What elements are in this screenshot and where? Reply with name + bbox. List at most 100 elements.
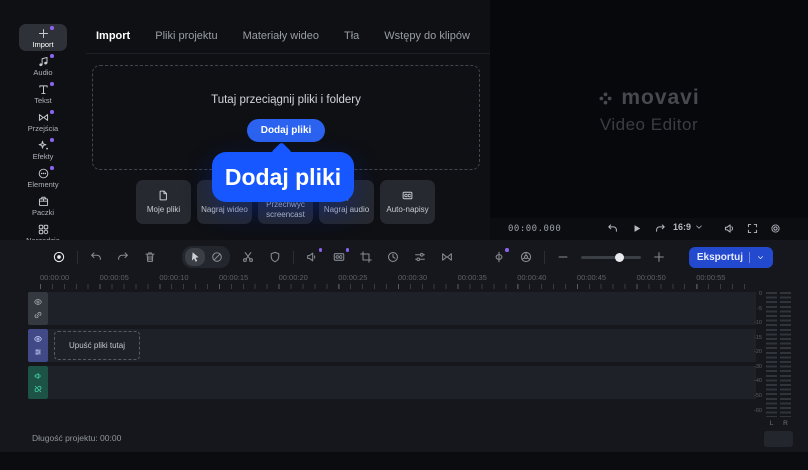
- crop-icon: [359, 250, 373, 264]
- export-button[interactable]: Eksportuj: [688, 246, 773, 268]
- track-header[interactable]: [28, 366, 48, 399]
- file-icon: [157, 189, 170, 202]
- disable-tool-button[interactable]: [207, 248, 227, 266]
- audio-level-meter: 0 -5 -10 -15 -20 -30 -40 -50 -60 L R: [750, 291, 798, 450]
- track-lane[interactable]: [48, 366, 756, 399]
- track-header[interactable]: [28, 329, 48, 362]
- delete-button[interactable]: [141, 248, 159, 266]
- link-off-icon[interactable]: [33, 384, 43, 394]
- timeline-zoom-slider[interactable]: [580, 250, 641, 264]
- movavi-video-editor-window: Import Audio Tekst Przejścia Efekty Elem…: [0, 0, 808, 470]
- sidebar-item-paczki[interactable]: Paczki: [19, 192, 67, 219]
- sidebar-item-import[interactable]: Import: [19, 24, 67, 51]
- transitions-button[interactable]: [438, 248, 456, 266]
- redo-icon: [116, 250, 130, 264]
- tab-tla[interactable]: Tła: [344, 30, 359, 42]
- aspect-ratio-selector[interactable]: 16:9: [673, 222, 704, 232]
- video-preview: movavi Video Editor: [490, 0, 808, 218]
- meter-channel-label: L: [769, 420, 774, 427]
- chevron-down-icon: [694, 222, 704, 232]
- action-card-label: Auto-napisy: [386, 205, 429, 215]
- chevron-down-icon: [756, 253, 765, 262]
- eye-icon[interactable]: [33, 297, 43, 307]
- audio-levels-button[interactable]: [490, 248, 509, 266]
- track-row-video: Upuść pliki tutaj: [28, 329, 756, 362]
- sidebar-item-elementy[interactable]: Elementy: [19, 164, 67, 191]
- captions-icon: [332, 250, 346, 264]
- track-lane[interactable]: [48, 292, 756, 325]
- track-tools-icon[interactable]: [33, 347, 43, 357]
- redo-button[interactable]: [114, 248, 132, 266]
- volume-icon: [305, 250, 319, 264]
- meter-scale-label: -20: [754, 349, 762, 356]
- timeline-ruler[interactable]: 00:00:00 00:00:05 00:00:10 00:00:15 00:00:20…: [40, 273, 756, 289]
- aspect-ratio-value: 16:9: [673, 222, 692, 232]
- play-button[interactable]: [630, 222, 643, 235]
- speaker-icon[interactable]: [33, 371, 43, 381]
- tab-pliki-projektu[interactable]: Pliki projektu: [155, 30, 217, 42]
- preview-right-controls: [723, 222, 782, 235]
- tools-icon: [37, 223, 50, 236]
- captions-button[interactable]: [330, 248, 349, 266]
- tabs-divider: [86, 53, 490, 54]
- ruler-label: 00:00:30: [397, 273, 428, 282]
- transitions-icon: [440, 250, 454, 264]
- tab-wstepy-do-klipow[interactable]: Wstępy do klipów: [384, 30, 470, 42]
- toolbar-divider: [77, 250, 78, 264]
- undo-icon: [89, 250, 103, 264]
- adjustments-button[interactable]: [411, 248, 429, 266]
- import-panel: Import Audio Tekst Przejścia Efekty Elem…: [0, 0, 490, 245]
- sidebar-item-audio[interactable]: Audio: [19, 52, 67, 79]
- meter-bar-left: [766, 292, 777, 417]
- clip-speed-button[interactable]: [384, 248, 402, 266]
- split-button[interactable]: [239, 248, 257, 266]
- skip-back-button[interactable]: [606, 222, 619, 235]
- transport-controls: [606, 222, 667, 235]
- marker-icon: [268, 250, 282, 264]
- action-moje-pliki[interactable]: Moje pliki: [136, 180, 191, 224]
- meter-bars: [766, 292, 791, 417]
- track-lane[interactable]: Upuść pliki tutaj: [48, 329, 756, 362]
- preview-controls-bar: 00:00.000 16:9: [490, 218, 808, 240]
- sidebar-item-label: Tekst: [34, 96, 52, 105]
- brand-subtitle: Video Editor: [599, 115, 699, 134]
- meter-scale-label: -60: [754, 407, 762, 414]
- record-button[interactable]: [50, 248, 68, 266]
- undo-button[interactable]: [87, 248, 105, 266]
- timeline-toolbar: Eksportuj: [0, 240, 808, 274]
- action-auto-napisy[interactable]: Auto-napisy: [380, 180, 435, 224]
- volume-button[interactable]: [723, 222, 736, 235]
- package-icon: [37, 195, 50, 208]
- fullscreen-button[interactable]: [746, 222, 759, 235]
- zoom-out-button[interactable]: [554, 248, 572, 266]
- zoom-in-button[interactable]: [650, 248, 668, 266]
- eye-icon[interactable]: [33, 334, 43, 344]
- select-tool-button[interactable]: [185, 248, 205, 266]
- tab-import[interactable]: Import: [96, 30, 130, 42]
- color-adjustments-button[interactable]: [517, 248, 535, 266]
- sidebar-item-efekty[interactable]: Efekty: [19, 136, 67, 163]
- tab-materialy-wideo[interactable]: Materiały wideo: [243, 30, 319, 42]
- link-icon[interactable]: [33, 310, 43, 320]
- slash-icon: [210, 250, 224, 264]
- ruler-label: 00:00:50: [636, 273, 666, 282]
- trash-icon: [143, 250, 157, 264]
- settings-button[interactable]: [769, 222, 782, 235]
- meter-bar-right: [780, 292, 791, 417]
- skip-forward-button[interactable]: [654, 222, 667, 235]
- marker-button[interactable]: [266, 248, 284, 266]
- timeline-drop-target[interactable]: Upuść pliki tutaj: [54, 331, 140, 360]
- crop-button[interactable]: [357, 248, 375, 266]
- adjust-icon: [413, 250, 427, 264]
- sidebar-item-tekst[interactable]: Tekst: [19, 80, 67, 107]
- track-header[interactable]: [28, 292, 48, 325]
- sidebar-item-przejscia[interactable]: Przejścia: [19, 108, 67, 135]
- ruler-ticks: [40, 284, 756, 289]
- audio-fade-button[interactable]: [303, 248, 322, 266]
- colorwheel-icon: [519, 250, 533, 264]
- add-files-button[interactable]: Dodaj pliki: [246, 118, 326, 142]
- transitions-icon: [37, 110, 54, 124]
- ruler-label: 00:00:15: [218, 273, 249, 282]
- meter-scale-label: -15: [754, 334, 762, 341]
- slider-thumb[interactable]: [614, 253, 624, 262]
